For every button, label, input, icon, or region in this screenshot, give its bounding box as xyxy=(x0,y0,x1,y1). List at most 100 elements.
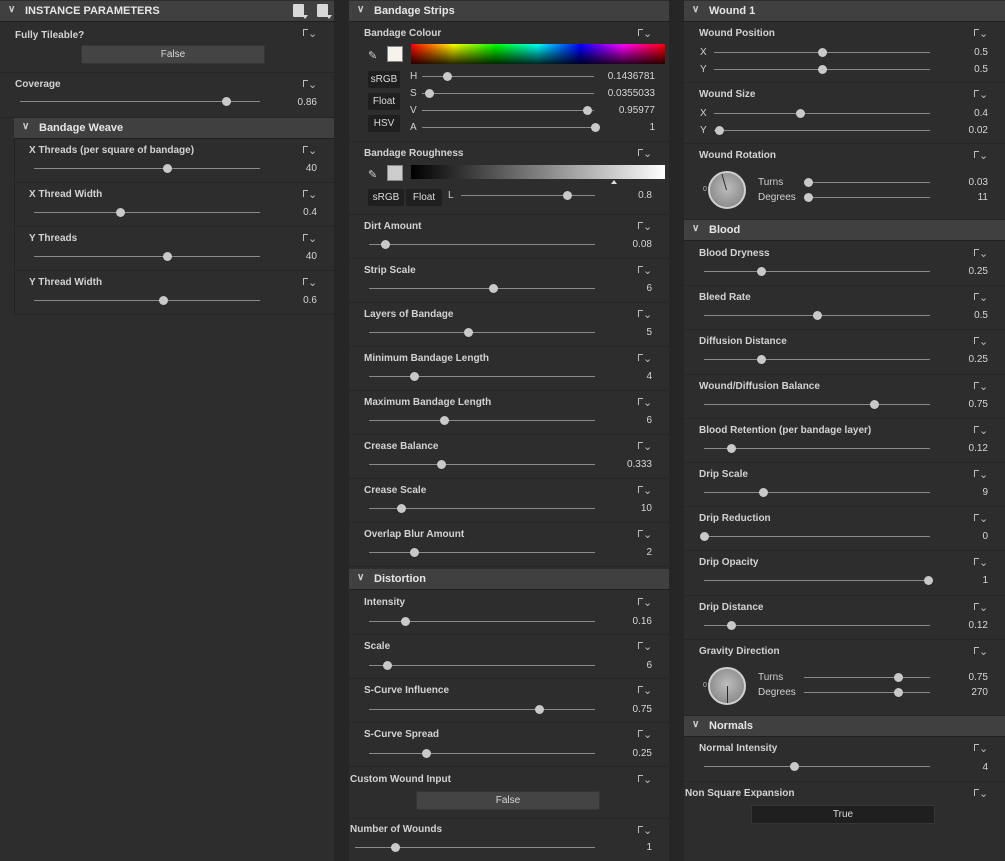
slider-thumb[interactable] xyxy=(813,311,822,321)
export-icon[interactable] xyxy=(317,4,332,19)
bandage-strips-header[interactable]: ∨ Bandage Strips xyxy=(349,1,669,22)
slider-thumb[interactable] xyxy=(440,416,449,425)
slider-thumb[interactable] xyxy=(924,576,933,586)
size-y-track[interactable] xyxy=(714,130,930,131)
link-param-icon[interactable] xyxy=(636,396,652,410)
hue-spectrum[interactable] xyxy=(411,44,665,64)
roughness-swatch[interactable] xyxy=(387,165,403,181)
h-slider-thumb[interactable] xyxy=(443,72,452,81)
slider-track[interactable] xyxy=(369,709,595,710)
link-param-icon[interactable] xyxy=(972,88,988,102)
blood-header[interactable]: ∨ Blood xyxy=(684,220,1005,241)
wounds-slider-thumb[interactable] xyxy=(391,843,400,852)
slider-track[interactable] xyxy=(369,420,595,421)
slider-thumb[interactable] xyxy=(757,267,766,276)
slider-track[interactable] xyxy=(704,624,930,626)
link-param-icon[interactable] xyxy=(636,440,652,454)
link-param-icon[interactable] xyxy=(301,27,317,41)
link-param-icon[interactable] xyxy=(636,640,652,654)
gravity-degrees-track[interactable] xyxy=(804,692,930,693)
ramp-marker[interactable] xyxy=(611,180,617,184)
slider-thumb[interactable] xyxy=(870,399,879,409)
chevron-down-icon[interactable]: ∨ xyxy=(22,121,29,132)
slider-thumb[interactable] xyxy=(116,208,125,217)
slider-thumb[interactable] xyxy=(163,164,172,173)
link-param-icon[interactable] xyxy=(301,276,317,290)
slider-track[interactable] xyxy=(369,288,595,289)
a-slider-thumb[interactable] xyxy=(591,123,600,132)
slider-track[interactable] xyxy=(704,447,930,449)
slider-track[interactable] xyxy=(369,464,595,465)
preset-icon[interactable] xyxy=(292,4,308,19)
slider-thumb[interactable] xyxy=(410,548,419,557)
slider-track[interactable] xyxy=(704,492,930,493)
srgb-button[interactable]: sRGB xyxy=(368,189,404,206)
link-param-icon[interactable] xyxy=(636,773,652,787)
colour-swatch[interactable] xyxy=(387,46,403,62)
wound-1-header[interactable]: ∨ Wound 1 xyxy=(684,1,1005,22)
slider-track[interactable] xyxy=(34,212,260,213)
chevron-down-icon[interactable]: ∨ xyxy=(692,719,699,730)
slider-thumb[interactable] xyxy=(401,617,410,626)
v-slider-track[interactable] xyxy=(422,110,594,111)
slider-track[interactable] xyxy=(704,536,930,538)
slider-track[interactable] xyxy=(369,332,595,333)
bandage-weave-header[interactable]: ∨ Bandage Weave xyxy=(14,118,334,139)
slider-thumb[interactable] xyxy=(727,620,736,630)
normals-header[interactable]: ∨ Normals xyxy=(684,716,1005,737)
turns-slider-track[interactable] xyxy=(808,182,930,183)
l-slider-track[interactable] xyxy=(461,195,595,196)
slider-track[interactable] xyxy=(369,376,595,377)
link-param-icon[interactable] xyxy=(972,556,988,570)
slider-track[interactable] xyxy=(704,580,930,582)
link-param-icon[interactable] xyxy=(636,728,652,742)
slider-track[interactable] xyxy=(704,359,930,361)
link-param-icon[interactable] xyxy=(636,484,652,498)
chevron-down-icon[interactable]: ∨ xyxy=(357,4,364,15)
rotation-dial[interactable]: 0 xyxy=(703,171,746,209)
float-button[interactable]: Float xyxy=(368,93,400,110)
link-param-icon[interactable] xyxy=(636,528,652,542)
size-x-track[interactable] xyxy=(714,113,930,114)
slider-thumb[interactable] xyxy=(700,532,709,542)
gravity-turns-thumb[interactable] xyxy=(894,673,903,682)
slider-track[interactable] xyxy=(369,244,595,245)
link-param-icon[interactable] xyxy=(636,264,652,278)
link-param-icon[interactable] xyxy=(972,424,988,438)
slider-thumb[interactable] xyxy=(727,443,736,453)
normal-intensity-thumb[interactable] xyxy=(790,762,799,771)
link-param-icon[interactable] xyxy=(972,291,988,305)
link-param-icon[interactable] xyxy=(972,247,988,261)
hsv-button[interactable]: HSV xyxy=(368,115,400,132)
instance-parameters-header[interactable]: ∨ INSTANCE PARAMETERS xyxy=(0,1,334,22)
turns-slider-thumb[interactable] xyxy=(804,178,813,187)
link-param-icon[interactable] xyxy=(636,308,652,322)
v-slider-thumb[interactable] xyxy=(583,106,592,115)
slider-thumb[interactable] xyxy=(383,661,392,670)
position-y-thumb[interactable] xyxy=(818,65,827,74)
s-slider-thumb[interactable] xyxy=(425,89,434,98)
slider-thumb[interactable] xyxy=(159,296,168,305)
tileable-toggle-button[interactable]: False xyxy=(81,45,265,64)
l-slider-thumb[interactable] xyxy=(563,191,572,200)
chevron-down-icon[interactable]: ∨ xyxy=(8,4,15,15)
coverage-slider-thumb[interactable] xyxy=(222,97,231,106)
chevron-down-icon[interactable]: ∨ xyxy=(692,223,699,234)
position-x-thumb[interactable] xyxy=(818,48,827,57)
a-slider-track[interactable] xyxy=(422,127,594,128)
link-param-icon[interactable] xyxy=(972,512,988,526)
slider-thumb[interactable] xyxy=(437,460,446,469)
link-param-icon[interactable] xyxy=(972,787,988,801)
link-param-icon[interactable] xyxy=(972,601,988,615)
gravity-degrees-thumb[interactable] xyxy=(894,688,903,697)
slider-track[interactable] xyxy=(704,403,930,405)
grayscale-ramp[interactable] xyxy=(411,165,665,179)
degrees-slider-thumb[interactable] xyxy=(804,193,813,202)
float-button[interactable]: Float xyxy=(406,189,442,206)
slider-track[interactable] xyxy=(369,753,595,754)
link-param-icon[interactable] xyxy=(301,78,317,92)
chevron-down-icon[interactable]: ∨ xyxy=(357,572,364,583)
link-param-icon[interactable] xyxy=(301,232,317,246)
link-param-icon[interactable] xyxy=(636,824,652,838)
link-param-icon[interactable] xyxy=(972,380,988,394)
